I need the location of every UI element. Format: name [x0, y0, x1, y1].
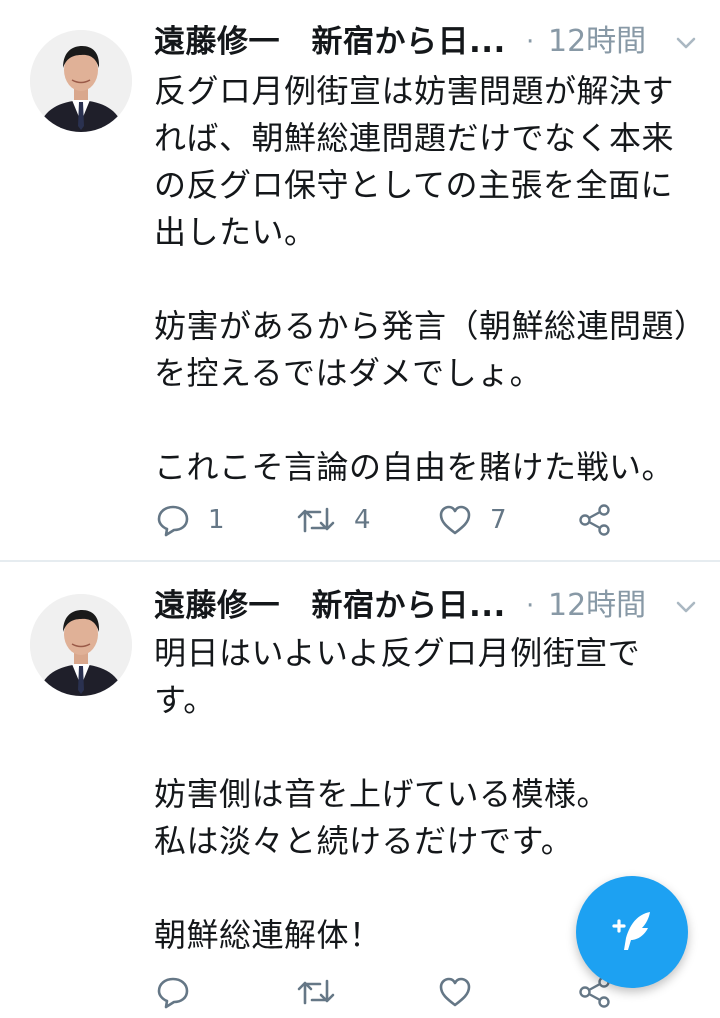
tweet-header: 遠藤修一 新宿から日... · 12時間 — [154, 584, 720, 628]
heart-icon — [439, 505, 471, 535]
like-button[interactable] — [438, 970, 490, 1014]
separator: · — [526, 27, 535, 57]
retweet-icon — [297, 979, 335, 1005]
retweet-button[interactable] — [296, 970, 354, 1014]
tweet[interactable]: 遠藤修一 新宿から日... · 12時間 反グロ月例街宣は妨害問題が解決すれば、… — [0, 0, 720, 561]
heart-icon — [439, 977, 471, 1007]
avatar-image — [30, 30, 132, 132]
share-button[interactable] — [578, 498, 612, 542]
like-button[interactable]: 7 — [438, 498, 507, 542]
reply-button[interactable] — [156, 970, 208, 1014]
reply-icon — [157, 977, 189, 1009]
author-name[interactable]: 遠藤修一 新宿から日... — [154, 584, 506, 628]
reply-button[interactable]: 1 — [156, 498, 225, 542]
avatar[interactable] — [30, 594, 132, 696]
tweet-actions — [154, 970, 674, 1014]
share-icon — [579, 504, 610, 536]
retweet-icon — [297, 507, 335, 533]
chevron-down-icon[interactable] — [674, 34, 698, 52]
retweet-button[interactable]: 4 — [296, 498, 371, 542]
timeline: 遠藤修一 新宿から日... · 12時間 反グロ月例街宣は妨害問題が解決すれば、… — [0, 0, 720, 1018]
retweet-count: 4 — [354, 505, 371, 535]
author-name[interactable]: 遠藤修一 新宿から日... — [154, 20, 506, 64]
tweet-text: 反グロ月例街宣は妨害問題が解決すれば、朝鮮総連問題だけでなく本来の反グロ保守とし… — [154, 72, 691, 486]
like-count: 7 — [490, 505, 507, 535]
avatar[interactable] — [30, 30, 132, 132]
avatar-image — [30, 594, 132, 696]
timestamp[interactable]: 12時間 — [548, 584, 646, 628]
tweet-header: 遠藤修一 新宿から日... · 12時間 — [154, 20, 720, 64]
tweet-actions: 1 4 7 — [154, 498, 674, 542]
chevron-down-icon[interactable] — [674, 598, 698, 616]
timestamp[interactable]: 12時間 — [548, 20, 646, 64]
reply-count: 1 — [208, 505, 225, 535]
compose-tweet-button[interactable] — [576, 876, 688, 988]
reply-icon — [157, 505, 189, 537]
separator: · — [526, 591, 535, 621]
compose-tweet-icon — [612, 912, 650, 950]
